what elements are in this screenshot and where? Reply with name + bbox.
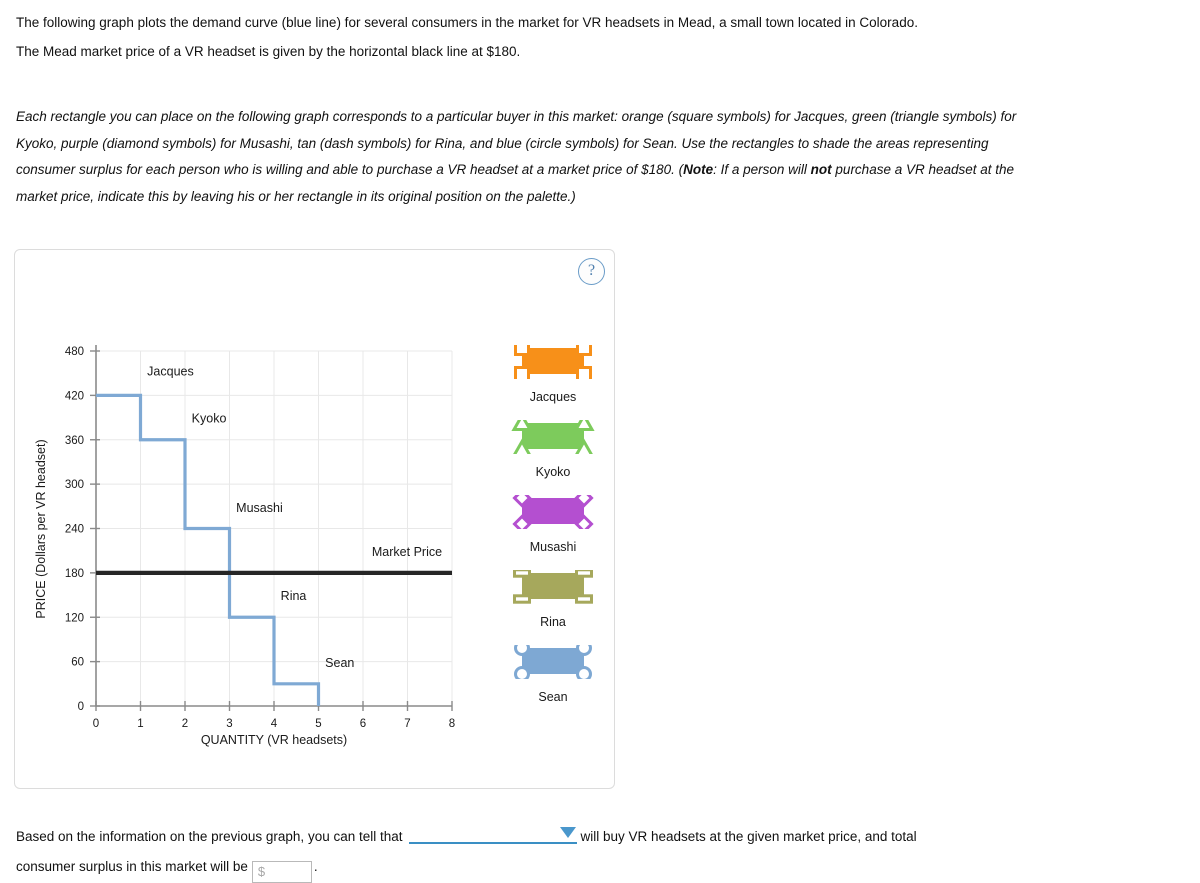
chart-annotation-sean: Sean <box>325 656 354 670</box>
instructions-part-2: : If a person will <box>713 162 811 177</box>
x-tick-label: 3 <box>226 718 232 730</box>
bottom-question-line2-text: consumer surplus in this market will be <box>16 859 248 874</box>
dash-handle-icon[interactable] <box>513 568 531 578</box>
palette-rectangle-body[interactable] <box>522 423 584 449</box>
bottom-question-period: . <box>313 859 318 874</box>
palette-swatch-jacques[interactable] <box>493 340 613 382</box>
y-tick-labels: 0 60 120 180 240 300 360 420 480 <box>65 346 100 713</box>
y-tick-label: 120 <box>65 612 84 624</box>
y-tick-label: 360 <box>65 435 84 447</box>
x-tick-label: 6 <box>360 718 366 730</box>
x-tick-label: 4 <box>271 718 278 730</box>
palette-item-sean[interactable]: Sean <box>493 640 613 704</box>
chart-annotation-jacques: Jacques <box>147 364 194 378</box>
palette-label-sean: Sean <box>538 690 568 704</box>
chart-annotation-rina: Rina <box>281 589 307 603</box>
square-handle-icon[interactable] <box>514 366 530 382</box>
bottom-question-line-1: Based on the information on the previous… <box>16 822 1056 852</box>
square-handle-icon[interactable] <box>576 340 592 356</box>
circle-handle-icon[interactable] <box>576 666 592 682</box>
consumer-surplus-input[interactable] <box>251 861 312 883</box>
x-tick-label: 8 <box>449 718 455 730</box>
palette-swatch-musashi[interactable] <box>493 488 613 534</box>
triangle-handle-icon[interactable] <box>573 412 595 431</box>
intro-text: The following graph plots the demand cur… <box>16 10 1051 68</box>
palette-rectangle-body[interactable] <box>522 573 584 599</box>
circle-handle-icon[interactable] <box>576 640 592 656</box>
bottom-question: Based on the information on the previous… <box>16 822 1056 883</box>
circle-handle-icon[interactable] <box>514 640 530 656</box>
dash-handle-icon[interactable] <box>575 594 593 604</box>
palette-item-rina[interactable]: Rina <box>493 568 613 629</box>
palette-item-kyoko[interactable]: Kyoko <box>493 412 613 479</box>
chart-annotation-kyoko: Kyoko <box>192 412 227 426</box>
shape-palette: Jacques Kyoko Musashi Rina Sean <box>493 340 613 720</box>
y-tick-label: 180 <box>65 568 84 580</box>
circle-handle-icon[interactable] <box>514 666 530 682</box>
palette-label-musashi: Musashi <box>529 540 577 554</box>
palette-rectangle-body[interactable] <box>522 348 584 374</box>
graph-panel: ? 0 60 120 180 240 300 360 420 480 012345678 Jac… <box>14 249 615 789</box>
x-tick-label: 2 <box>182 718 188 730</box>
bottom-question-suffix: will buy VR headsets at the given market… <box>580 829 917 844</box>
instructions-note-label: Note <box>683 162 714 177</box>
palette-rectangle-body[interactable] <box>522 498 584 524</box>
palette-item-jacques[interactable]: Jacques <box>493 340 613 404</box>
palette-label-rina: Rina <box>540 615 566 629</box>
palette-label-jacques: Jacques <box>529 390 577 404</box>
palette-rectangle-body[interactable] <box>522 648 584 674</box>
y-tick-label: 0 <box>78 701 84 713</box>
buyer-dropdown[interactable] <box>408 824 577 844</box>
square-handle-icon[interactable] <box>576 366 592 382</box>
y-tick-label: 240 <box>65 524 84 536</box>
instructions-text: Each rectangle you can place on the foll… <box>16 104 1032 210</box>
palette-swatch-sean[interactable] <box>493 640 613 682</box>
bottom-question-prefix: Based on the information on the previous… <box>16 829 403 844</box>
x-axis-label: QUANTITY (VR headsets) <box>201 733 347 747</box>
chart-annotation-musashi: Musashi <box>236 501 283 515</box>
chevron-down-icon <box>559 827 576 838</box>
intro-line-1: The following graph plots the demand cur… <box>16 15 918 30</box>
x-tick-label: 7 <box>404 718 410 730</box>
dash-handle-icon[interactable] <box>575 568 593 578</box>
palette-swatch-rina[interactable] <box>493 568 613 604</box>
square-handle-icon[interactable] <box>514 340 530 356</box>
x-tick-label: 5 <box>315 718 321 730</box>
y-axis-label: PRICE (Dollars per VR headset) <box>34 439 48 618</box>
dash-handle-icon[interactable] <box>513 594 531 604</box>
palette-swatch-kyoko[interactable] <box>493 412 613 457</box>
y-tick-label: 300 <box>65 479 84 491</box>
triangle-handle-icon[interactable] <box>511 412 533 431</box>
x-tick-label: 1 <box>137 718 143 730</box>
intro-line-2: The Mead market price of a VR headset is… <box>16 44 521 59</box>
palette-item-musashi[interactable]: Musashi <box>493 488 613 554</box>
y-tick-label: 60 <box>71 657 84 669</box>
chart-annotation-market-price: Market Price <box>372 545 442 559</box>
palette-label-kyoko: Kyoko <box>535 465 571 479</box>
y-tick-label: 480 <box>65 346 84 358</box>
x-tick-label: 0 <box>93 718 99 730</box>
y-tick-label: 420 <box>65 390 84 402</box>
bottom-question-line-2: consumer surplus in this market will be. <box>16 852 1056 883</box>
instructions-not-label: not <box>810 162 832 177</box>
